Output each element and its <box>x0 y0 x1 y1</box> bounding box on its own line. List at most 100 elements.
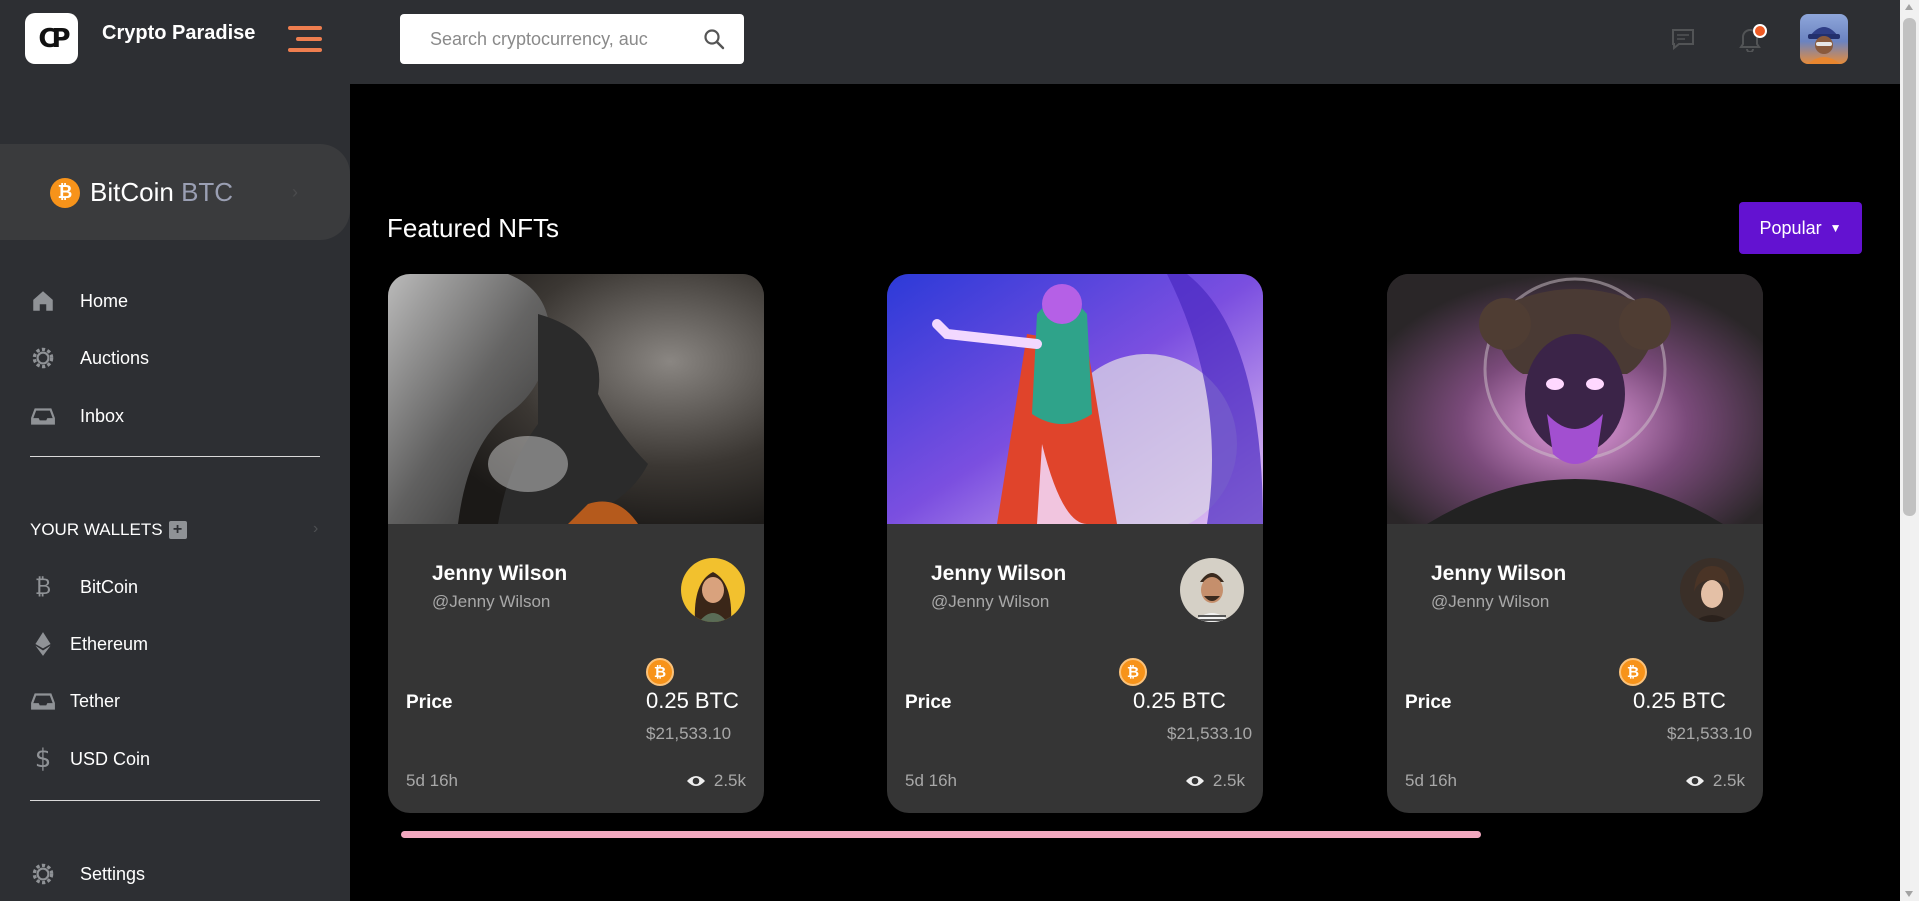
logo-text: CP <box>38 23 70 54</box>
hamburger-line <box>296 37 322 41</box>
search-icon[interactable] <box>702 27 726 51</box>
search-input[interactable] <box>430 26 680 52</box>
coin-name: BitCoin <box>90 177 174 207</box>
eye-icon <box>1685 776 1704 786</box>
scrollbar-thumb[interactable] <box>1903 18 1916 516</box>
price-usd: $21,533.10 <box>1667 724 1753 743</box>
sort-dropdown-button[interactable]: Popular ▼ <box>1739 202 1862 254</box>
bitcoin-icon: ₿ <box>50 178 80 208</box>
chevron-right-icon: › <box>292 182 298 202</box>
sidebar-item-label: Inbox <box>80 405 125 426</box>
view-count: 2.5k <box>686 771 746 791</box>
view-count: 2.5k <box>1185 771 1245 791</box>
sidebar-item-bitcoin[interactable]: ₿ BitCoin <box>30 570 138 604</box>
price-usd: $21,533.10 <box>646 724 732 743</box>
price-usd: $21,533.10 <box>1167 724 1253 743</box>
bitcoin-icon: ₿ <box>1619 658 1647 686</box>
nft-image[interactable] <box>887 274 1263 524</box>
time-left: 5d 16h <box>406 771 458 790</box>
wallets-section-title: YOUR WALLETS + <box>30 520 187 540</box>
add-wallet-button[interactable]: + <box>168 521 187 539</box>
tether-icon <box>31 693 55 710</box>
user-avatar[interactable] <box>1800 14 1848 64</box>
bitcoin-icon: ₿ <box>34 575 52 600</box>
sort-dropdown-label: Popular <box>1759 217 1822 238</box>
price-btc: 0.25 BTC <box>1133 688 1226 713</box>
nft-card[interactable]: Jenny Wilson @Jenny Wilson ₿ Price 0.25 … <box>887 274 1263 813</box>
creator-avatar[interactable] <box>1680 558 1744 622</box>
sidebar-item-settings[interactable]: Settings <box>30 857 145 891</box>
price-label: Price <box>905 692 952 713</box>
price-btc: 0.25 BTC <box>646 688 739 713</box>
view-count-text: 2.5k <box>1712 771 1745 790</box>
sidebar-item-label: Settings <box>80 863 146 884</box>
selected-coin-label: BitCoin BTC <box>90 177 233 208</box>
view-count-text: 2.5k <box>713 771 746 790</box>
scroll-down-icon[interactable] <box>1905 891 1913 897</box>
creator-avatar[interactable] <box>681 558 745 622</box>
page-title: Featured NFTs <box>387 213 559 243</box>
avatar-illustration <box>681 558 745 622</box>
sidebar-divider <box>30 456 320 457</box>
selected-coin[interactable]: ₿ BitCoin BTC › <box>0 144 350 240</box>
eye-icon <box>1185 776 1204 786</box>
search-box <box>400 14 744 64</box>
hamburger-line <box>288 48 322 52</box>
gear-icon <box>32 863 54 885</box>
eye-icon <box>686 776 705 786</box>
sidebar-item-home[interactable]: Home <box>30 284 128 318</box>
sidebar-item-ethereum[interactable]: Ethereum <box>30 627 148 661</box>
chat-icon[interactable] <box>1671 28 1695 50</box>
inbox-icon <box>31 408 55 425</box>
ethereum-icon <box>35 632 51 656</box>
sidebar-item-usd-coin[interactable]: $ USD Coin <box>30 742 150 776</box>
time-left: 5d 16h <box>905 771 957 790</box>
hamburger-line <box>288 26 322 30</box>
sidebar-item-auctions[interactable]: Auctions <box>30 341 149 375</box>
sidebar-item-inbox[interactable]: Inbox <box>30 399 124 433</box>
avatar-illustration <box>1180 558 1244 622</box>
sidebar-item-label: Home <box>80 290 129 311</box>
sidebar-divider <box>30 800 320 801</box>
creator-name: Jenny Wilson <box>432 562 568 585</box>
sidebar-item-label: Tether <box>70 690 121 711</box>
creator-avatar[interactable] <box>1180 558 1244 622</box>
sidebar-item-label: Ethereum <box>70 633 149 654</box>
wallets-title-text: YOUR WALLETS <box>30 520 163 539</box>
avatar-illustration <box>1680 558 1744 622</box>
price-btc: 0.25 BTC <box>1633 688 1726 713</box>
price-label: Price <box>406 692 453 713</box>
home-icon <box>33 291 53 311</box>
nft-card[interactable]: Jenny Wilson @Jenny Wilson ₿ Price 0.25 … <box>388 274 764 813</box>
sidebar-item-label: BitCoin <box>80 576 139 597</box>
scroll-up-icon[interactable] <box>1905 4 1913 10</box>
creator-handle: @Jenny Wilson <box>931 592 1050 611</box>
creator-handle: @Jenny Wilson <box>1431 592 1550 611</box>
avatar-illustration <box>1808 27 1840 64</box>
sidebar-item-tether[interactable]: Tether <box>30 684 120 718</box>
bitcoin-icon: ₿ <box>646 658 674 686</box>
app-logo[interactable]: CP <box>25 13 78 64</box>
carousel-scrollbar[interactable] <box>401 831 1481 838</box>
bitcoin-icon: ₿ <box>1119 658 1147 686</box>
brand-name: Crypto Paradise <box>102 22 256 44</box>
dollar-icon: $ <box>34 744 52 774</box>
chevron-right-icon: › <box>313 520 319 537</box>
time-left: 5d 16h <box>1405 771 1457 790</box>
creator-handle: @Jenny Wilson <box>432 592 551 611</box>
creator-name: Jenny Wilson <box>931 562 1067 585</box>
nft-image[interactable] <box>388 274 764 524</box>
sidebar-item-label: USD Coin <box>70 748 151 769</box>
nft-image[interactable] <box>1387 274 1763 524</box>
notification-badge <box>1753 24 1767 38</box>
nft-card[interactable]: Jenny Wilson @Jenny Wilson ₿ Price 0.25 … <box>1387 274 1763 813</box>
view-count-text: 2.5k <box>1212 771 1245 790</box>
sidebar-item-label: Auctions <box>80 347 150 368</box>
coin-symbol: BTC <box>181 177 234 207</box>
page-scrollbar[interactable] <box>1900 0 1919 901</box>
price-label: Price <box>1405 692 1452 713</box>
top-bar: CP Crypto Paradise <box>0 0 1900 84</box>
creator-name: Jenny Wilson <box>1431 562 1567 585</box>
gear-icon <box>32 347 54 369</box>
menu-toggle-button[interactable] <box>288 24 322 54</box>
